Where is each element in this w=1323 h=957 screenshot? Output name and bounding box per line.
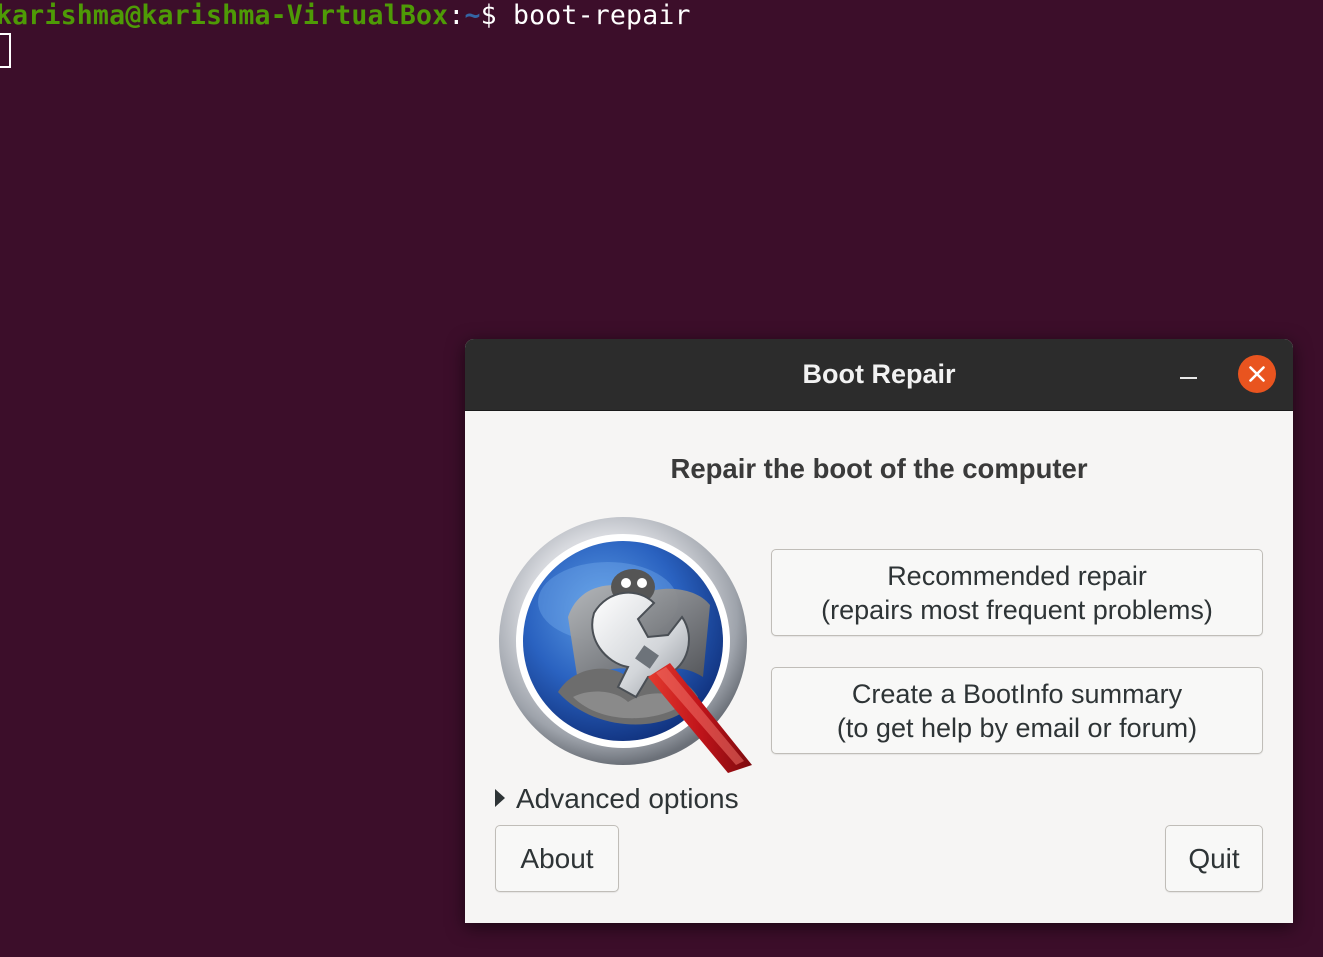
quit-button[interactable]: Quit xyxy=(1165,825,1263,892)
recommended-repair-sublabel: (repairs most frequent problems) xyxy=(821,595,1213,625)
prompt-user-host: karishma@karishma-VirtualBox xyxy=(0,0,449,31)
boot-repair-window: Boot Repair Repair the boot of the compu… xyxy=(465,339,1293,923)
terminal-cursor xyxy=(0,33,11,68)
prompt-colon: : xyxy=(448,0,465,31)
boot-repair-logo-icon xyxy=(499,517,752,773)
prompt-path: ~ xyxy=(464,0,481,31)
minimize-button[interactable] xyxy=(1178,361,1200,389)
terminal-command: boot-repair xyxy=(512,0,691,31)
close-button[interactable] xyxy=(1238,355,1276,393)
advanced-options-expander[interactable]: Advanced options xyxy=(495,779,739,819)
recommended-repair-button[interactable]: Recommended repair (repairs most frequen… xyxy=(771,549,1263,636)
triangle-right-icon xyxy=(495,789,505,807)
terminal-prompt-line: karishma@karishma-VirtualBox:~$ boot-rep… xyxy=(0,0,691,32)
dialog-heading: Repair the boot of the computer xyxy=(670,453,1088,484)
bootinfo-summary-label: Create a BootInfo summary xyxy=(851,679,1183,709)
window-titlebar[interactable]: Boot Repair xyxy=(465,339,1293,411)
bootinfo-summary-sublabel: (to get help by email or forum) xyxy=(836,713,1198,743)
about-button[interactable]: About xyxy=(495,825,619,892)
advanced-options-label: Advanced options xyxy=(516,783,739,814)
close-icon xyxy=(1249,366,1265,382)
window-title: Boot Repair xyxy=(802,359,956,389)
minimize-icon xyxy=(1180,377,1197,379)
bootinfo-summary-button[interactable]: Create a BootInfo summary (to get help b… xyxy=(771,667,1263,754)
recommended-repair-label: Recommended repair xyxy=(887,561,1147,591)
window-content: Repair the boot of the computer Recommen… xyxy=(465,411,1293,923)
prompt-dollar: $ xyxy=(480,0,513,31)
